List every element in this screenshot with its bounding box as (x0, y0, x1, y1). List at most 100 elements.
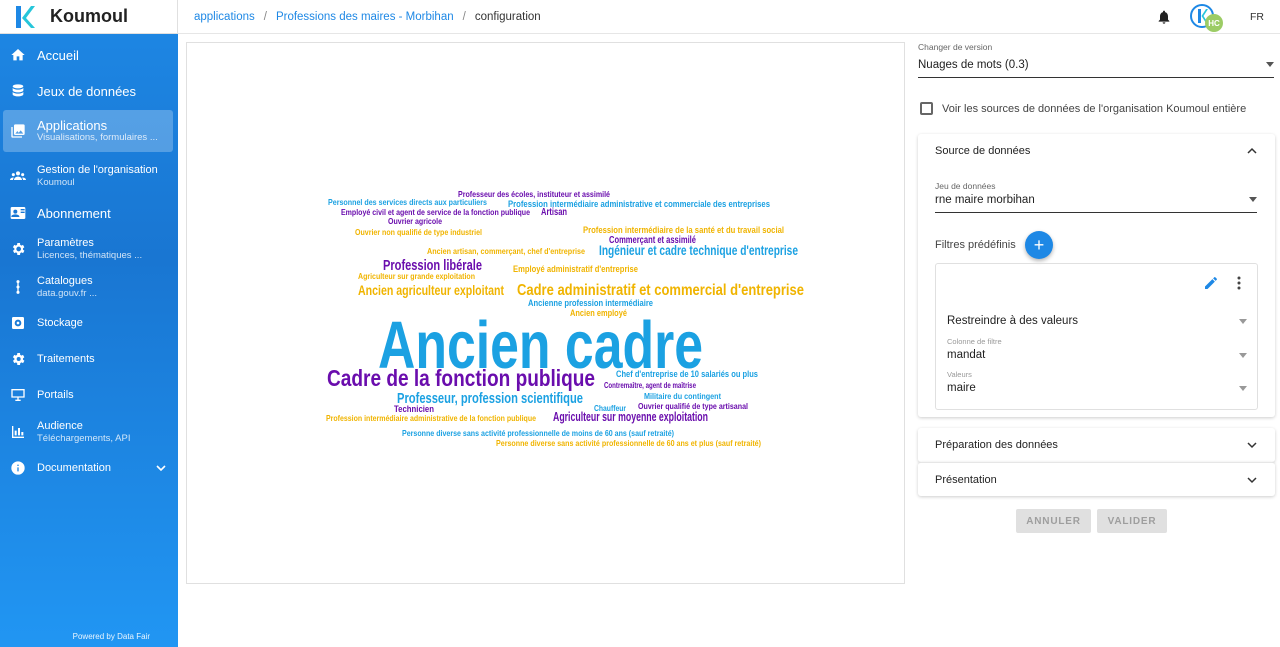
cancel-button[interactable]: ANNULER (1016, 509, 1091, 533)
sidebar-item-label: Documentation (37, 461, 111, 474)
whole-org-checkbox[interactable]: Voir les sources de données de l'organis… (920, 102, 1246, 115)
cloud-word[interactable]: Employé administratif d'entreprise (513, 264, 638, 275)
sidebar-item-parametres[interactable]: Paramètres Licences, thématiques ... (0, 236, 178, 262)
panel-presentation-title: Présentation (935, 474, 997, 486)
avatar-initials: HC (1205, 14, 1223, 32)
portal-icon (9, 387, 26, 404)
powered-by[interactable]: Powered by Data Fair (73, 632, 150, 641)
word-cloud: Professeur des écoles, instituteur et as… (326, 189, 804, 448)
edit-icon[interactable] (1203, 275, 1219, 291)
filter-column-select[interactable]: mandat (947, 342, 1247, 368)
cloud-word[interactable]: Personne diverse sans activité professio… (402, 428, 674, 438)
sidebar-item-sublabel: Téléchargements, API (37, 432, 131, 444)
sidebar-item-catalogues[interactable]: Catalogues data.gouv.fr ... (0, 274, 178, 300)
bell-icon[interactable] (1156, 9, 1172, 25)
cloud-word[interactable]: Contremaître, agent de maîtrise (604, 380, 696, 390)
caret-down-icon (1239, 385, 1247, 391)
users-icon (9, 168, 26, 185)
sidebar-item-sublabel: Koumoul (37, 176, 75, 188)
breadcrumb-separator: / (462, 10, 466, 23)
cloud-word[interactable]: Agriculteur sur grande exploitation (358, 271, 475, 281)
cloud-word[interactable]: Artisan (541, 207, 567, 218)
cloud-word[interactable]: Ancien artisan, commerçant, chef d'entre… (427, 246, 585, 256)
panel-source-header[interactable]: Source de données (918, 134, 1275, 168)
brand[interactable]: Koumoul (0, 0, 178, 34)
validate-button[interactable]: VALIDER (1097, 509, 1167, 533)
avatar[interactable]: HC (1190, 4, 1223, 32)
breadcrumb-current: configuration (474, 10, 541, 23)
plus-icon: + (1033, 234, 1045, 255)
filter-values-select[interactable]: maire (947, 375, 1247, 401)
panel-preparation-title: Préparation des données (935, 439, 1058, 451)
panel-preparation-header[interactable]: Préparation des données (918, 428, 1275, 462)
breadcrumb-app[interactable]: Professions des maires - Morbihan (276, 11, 454, 23)
sidebar-item-portails[interactable]: Portails (0, 385, 178, 405)
sidebar-item-documentation[interactable]: Documentation (0, 458, 178, 478)
sidebar-item-organisation[interactable]: Gestion de l'organisation Koumoul (0, 163, 178, 189)
gear-icon (9, 241, 26, 258)
cloud-word[interactable]: Ouvrier agricole (388, 216, 442, 226)
chevron-up-icon (1247, 147, 1257, 154)
filter-card: Restreindre à des valeurs Colonne de fil… (935, 263, 1258, 410)
cloud-word[interactable]: Chef d'entreprise de 10 salariés ou plus (616, 369, 758, 380)
panel-source: Source de données Jeu de données rne mai… (918, 134, 1275, 417)
sidebar-item-label: Applications (37, 117, 108, 133)
panel-preparation[interactable]: Préparation des données (918, 428, 1275, 462)
chart-icon (9, 424, 26, 441)
filters-label: Filtres prédéfinis (935, 239, 1016, 251)
sidebar-item-abonnement[interactable]: Abonnement (0, 202, 178, 224)
sidebar-item-applications[interactable]: Applications Visualisations, formulaires… (3, 110, 173, 152)
sidebar-item-stockage[interactable]: Stockage (0, 313, 178, 333)
home-icon (9, 47, 26, 64)
panel-presentation-header[interactable]: Présentation (918, 463, 1275, 497)
storage-icon (9, 315, 26, 332)
sidebar-item-label: Jeux de données (37, 83, 137, 99)
language-selector[interactable]: FR (1250, 11, 1264, 23)
panel-source-title: Source de données (935, 145, 1031, 157)
sidebar-item-label: Audience (37, 419, 83, 432)
cloud-word[interactable]: Cadre administratif et commercial d'entr… (517, 282, 804, 299)
dots-icon (9, 279, 26, 296)
cloud-word[interactable]: Ancien agriculteur exploitant (358, 283, 504, 298)
sidebar-item-label: Paramètres (37, 236, 94, 249)
caret-down-icon (1239, 318, 1247, 324)
cloud-word[interactable]: Ouvrier non qualifié de type industriel (355, 227, 482, 237)
sidebar-item-label: Accueil (37, 47, 79, 63)
sidebar-item-traitements[interactable]: Traitements (0, 349, 178, 369)
cloud-word[interactable]: Militaire du contingent (644, 391, 721, 401)
sidebar-item-jeux[interactable]: Jeux de données (0, 80, 178, 102)
info-icon (9, 460, 26, 477)
more-vertical-icon[interactable] (1232, 275, 1246, 291)
filter-type-select[interactable]: Restreindre à des valeurs (947, 308, 1247, 334)
sidebar-item-label: Catalogues (37, 274, 93, 287)
sidebar-item-sublabel: Visualisations, formulaires ... (37, 131, 158, 143)
version-select[interactable]: Nuages de mots (0.3) (918, 52, 1274, 78)
cloud-word[interactable]: Personnel des services directs aux parti… (328, 197, 487, 207)
caret-down-icon (1239, 352, 1247, 358)
dataset-select[interactable]: rne maire morbihan (935, 187, 1257, 213)
sidebar-item-label: Stockage (37, 316, 83, 329)
app-preview: Professeur des écoles, instituteur et as… (186, 42, 905, 584)
sidebar-item-audience[interactable]: Audience Téléchargements, API (0, 419, 178, 445)
add-filter-button[interactable]: + (1025, 231, 1053, 259)
whole-org-label: Voir les sources de données de l'organis… (942, 102, 1247, 115)
image-icon (9, 123, 26, 140)
sidebar-item-accueil[interactable]: Accueil (0, 44, 178, 66)
breadcrumb-separator: / (263, 10, 267, 23)
chevron-down-icon[interactable] (156, 463, 166, 473)
cloud-word[interactable]: Profession intermédiaire administrative … (326, 413, 536, 423)
sidebar: Koumoul Accueil Jeux de données Applicat… (0, 0, 178, 647)
caret-down-icon (1266, 62, 1274, 67)
breadcrumb-applications[interactable]: applications (194, 11, 255, 23)
filter-type-value: Restreindre à des valeurs (947, 315, 1079, 327)
chevron-down-icon (1247, 477, 1257, 484)
cloud-word[interactable]: Agriculteur sur moyenne exploitation (553, 410, 708, 424)
topbar: applications / Professions des maires - … (178, 0, 1280, 34)
cloud-word[interactable]: Cadre de la fonction publique (327, 365, 595, 391)
brand-name: Koumoul (50, 6, 128, 26)
panel-presentation[interactable]: Présentation (918, 462, 1275, 496)
cloud-word[interactable]: Personne diverse sans activité professio… (496, 438, 761, 448)
sidebar-item-label: Gestion de l'organisation (37, 163, 158, 176)
cloud-word[interactable]: Ingénieur et cadre technique d'entrepris… (599, 242, 798, 258)
version-value: Nuages de mots (0.3) (918, 58, 1029, 71)
